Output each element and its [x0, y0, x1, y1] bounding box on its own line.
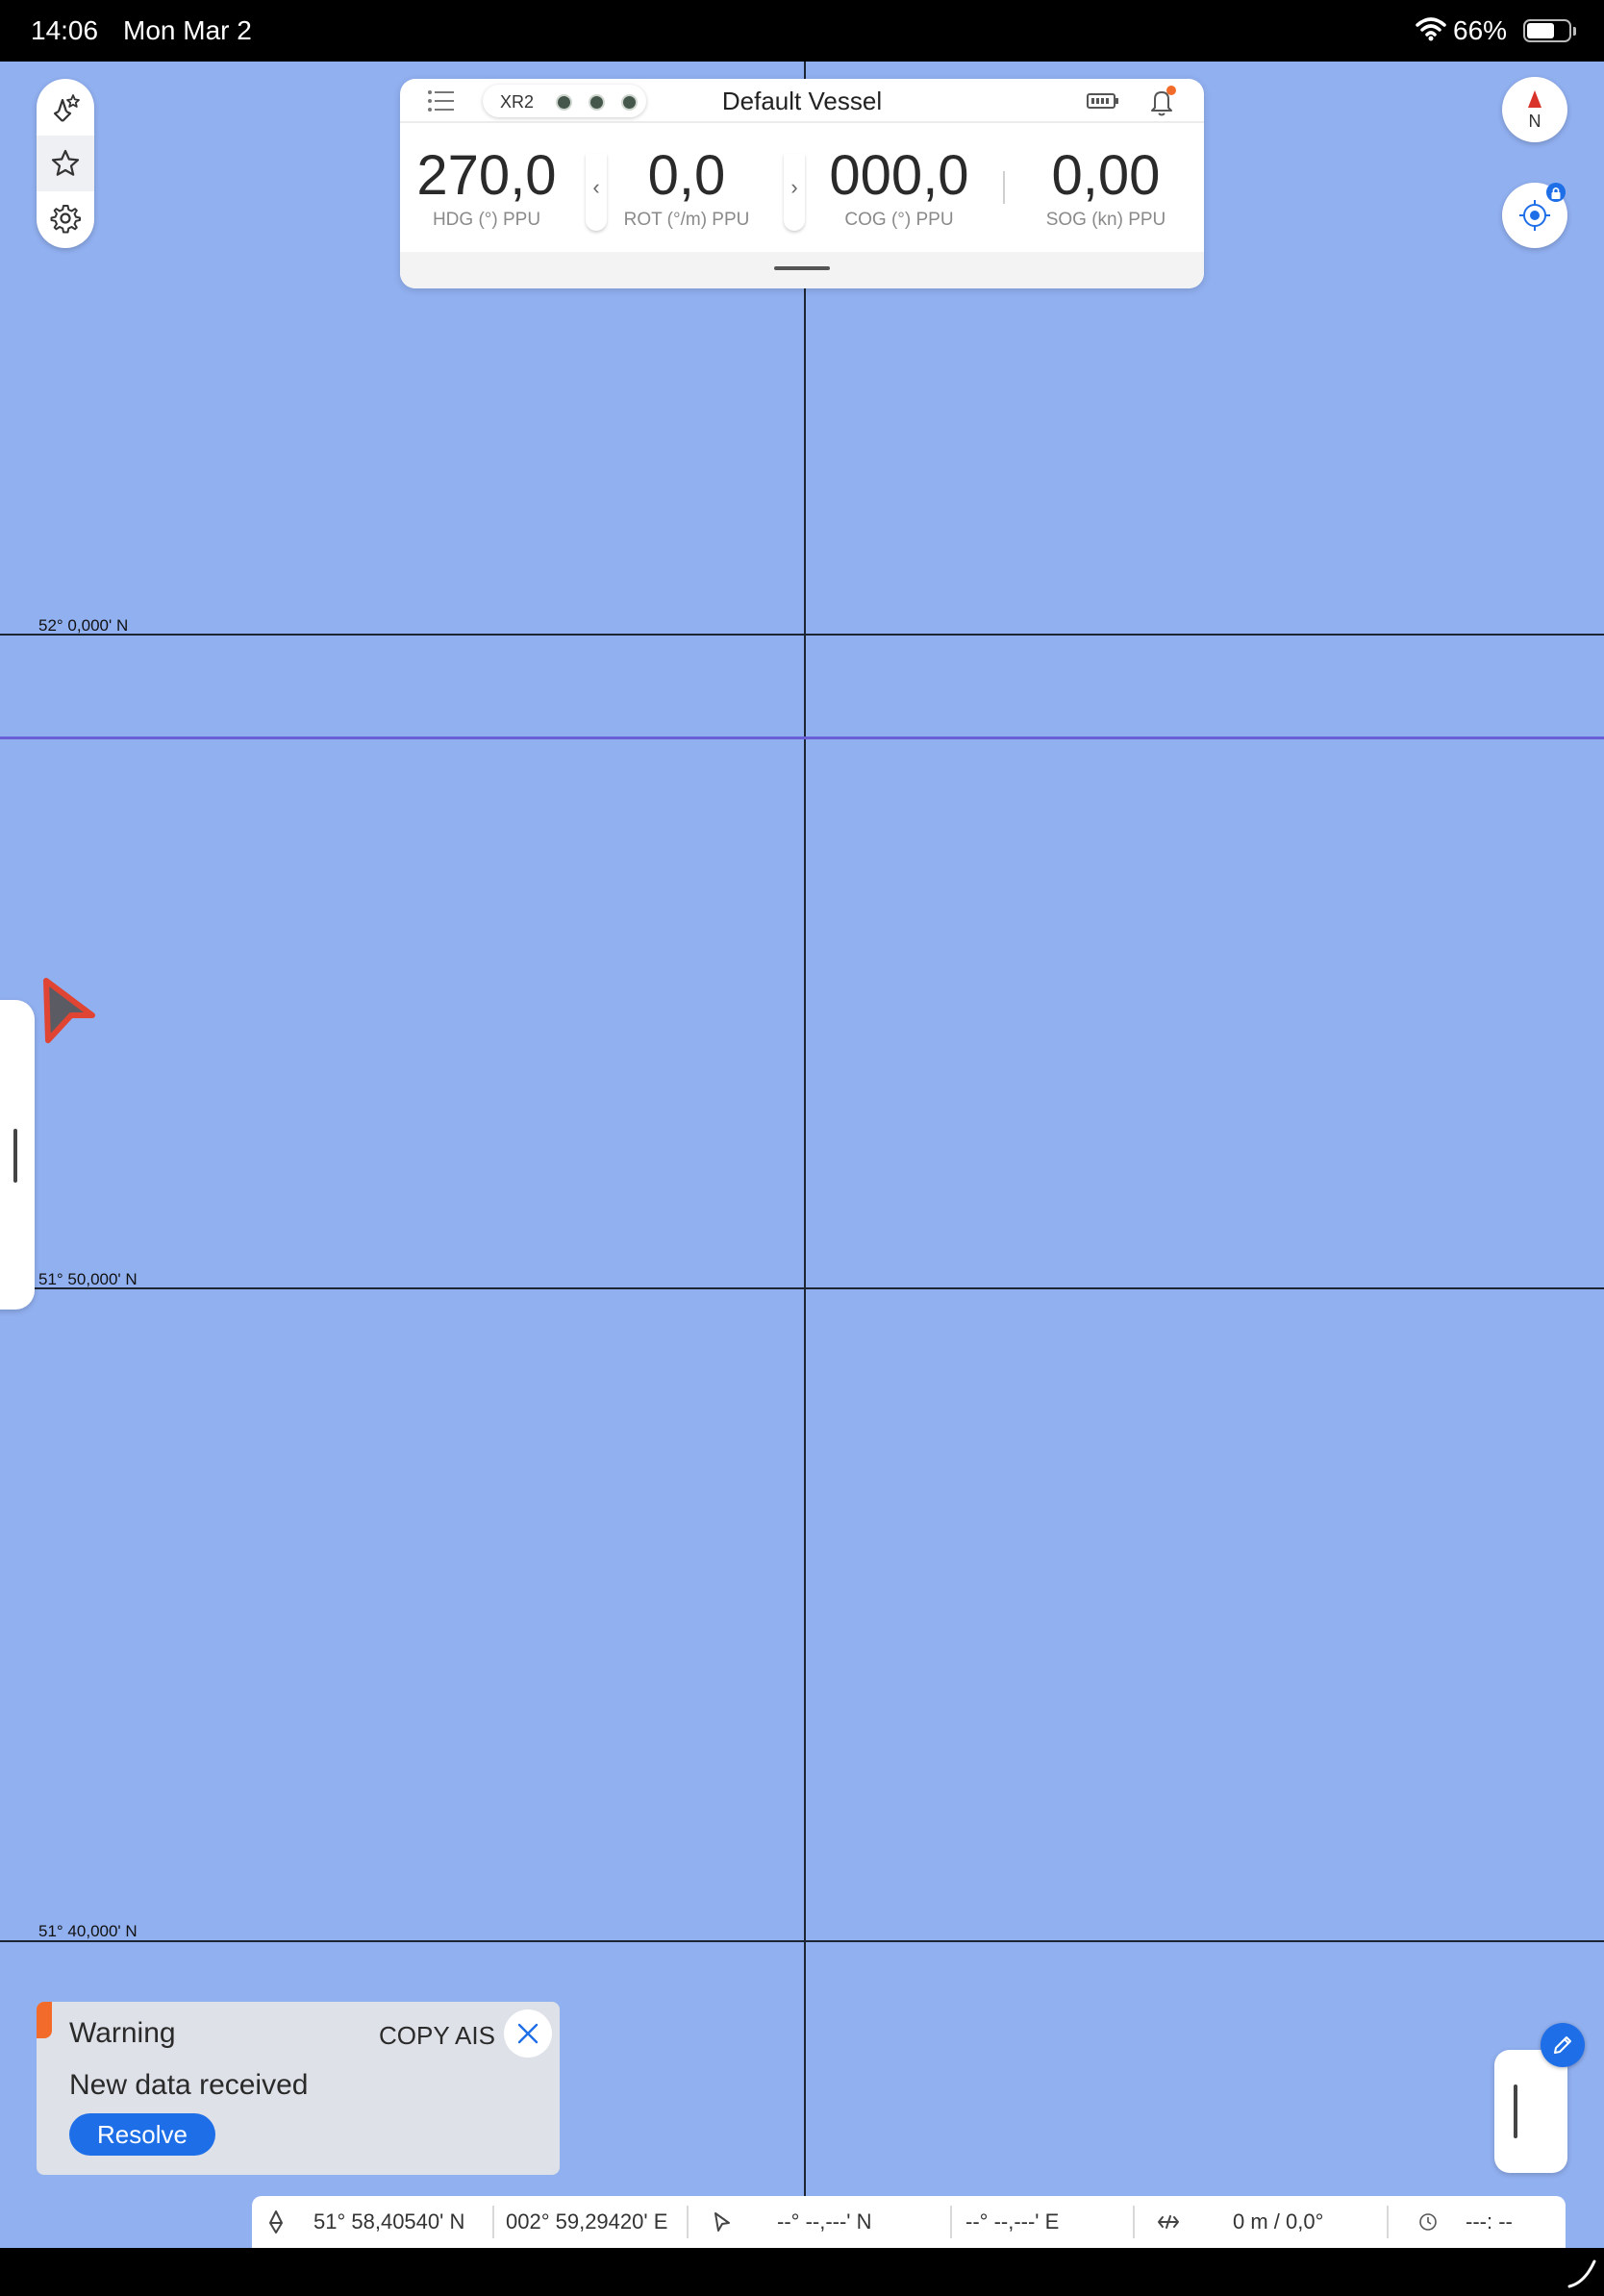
heading-label: HDG (°) PPU	[432, 210, 541, 230]
warning-accent	[37, 2002, 52, 2038]
coordbar-divider	[1387, 2206, 1389, 2238]
status-time: 14:06	[31, 15, 99, 45]
heading-value: 270,0	[416, 144, 557, 207]
vessel-favorite-button[interactable]	[37, 81, 94, 137]
coordbar-divider	[492, 2206, 494, 2238]
right-drawer-handle[interactable]	[1494, 2050, 1567, 2173]
speed-over-ground-label: SOG (kn) PPU	[1045, 210, 1166, 230]
battery-percent: 66%	[1453, 15, 1508, 45]
time-to-go-value: ---: --	[1466, 2209, 1513, 2234]
vessel-name[interactable]: Default Vessel	[400, 87, 1204, 116]
warning-notification: Warning COPY AIS New data received Resol…	[37, 2002, 560, 2175]
pencil-tool-icon[interactable]	[1566, 2258, 1596, 2288]
drawer-grip	[13, 1129, 17, 1183]
longitude-grid-line	[804, 62, 806, 2198]
course-over-ground-metric[interactable]: 000,0 COG (°) PPU	[820, 146, 978, 231]
coordbar-divider	[687, 2206, 689, 2238]
card-expand-handle[interactable]	[774, 266, 830, 270]
locate-lock-icon	[1519, 183, 1566, 231]
range-bearing-icon	[1158, 2215, 1179, 2229]
clock-icon	[1419, 2213, 1437, 2231]
coordbar-divider	[1133, 2206, 1135, 2238]
latitude-label: 51° 50,000' N	[38, 1270, 138, 1288]
cursor-icon	[714, 2212, 730, 2232]
drawer-grip	[1514, 2084, 1517, 2138]
tool-palette	[37, 79, 94, 248]
coordbar-divider	[950, 2206, 952, 2238]
speed-over-ground-metric[interactable]: 0,00 SOG (kn) PPU	[1031, 146, 1181, 231]
vessel-icon	[269, 2210, 283, 2234]
vessel-card-header: XR2 Default Vessel	[400, 79, 1204, 123]
heading-metric[interactable]: 270,0 HDG (°) PPU	[410, 146, 564, 231]
course-over-ground-value: 000,0	[829, 144, 969, 207]
latitude-label: 51° 40,000' N	[38, 1922, 138, 1940]
vessel-card-footer[interactable]	[400, 252, 1204, 288]
course-over-ground-label: COG (°) PPU	[844, 210, 954, 230]
warning-source: COPY AIS	[379, 2021, 495, 2050]
vessel-data-card: XR2 Default Vessel 270,0 HDG (°) PPU ‹ 0…	[400, 79, 1204, 288]
edit-button[interactable]	[1541, 2023, 1585, 2067]
latitude-grid-line	[0, 634, 1604, 636]
compass-north-icon: N	[1528, 90, 1541, 131]
warning-message: New data received	[69, 2069, 309, 2101]
warning-title: Warning	[69, 2017, 176, 2049]
rate-of-turn-value: 0,0	[647, 144, 726, 207]
route-line	[0, 736, 1604, 739]
close-icon	[517, 2023, 539, 2044]
rate-of-turn-metric[interactable]: 0,0 ROT (°/m) PPU	[615, 146, 758, 231]
metrics-next-button[interactable]: ›	[784, 154, 805, 231]
center-vessel-button[interactable]	[1502, 183, 1567, 248]
cursor-latitude: --° --,---' N	[777, 2209, 872, 2234]
nautical-chart-map[interactable]: 52° 0,000' N 51° 50,000' N 51° 40,000' N	[0, 62, 1604, 2248]
coordinate-bar: 51° 58,40540' N 002° 59,29420' E --° --,…	[252, 2196, 1566, 2248]
vessel-star-icon	[53, 94, 80, 122]
battery-status-icon	[1087, 93, 1118, 109]
latitude-grid-line	[0, 1287, 1604, 1289]
dismiss-warning-button[interactable]	[504, 2009, 552, 2058]
favorites-button[interactable]	[37, 136, 94, 191]
metric-divider	[1003, 171, 1005, 204]
settings-button[interactable]	[37, 190, 94, 246]
vessel-longitude: 002° 59,29420' E	[506, 2209, 668, 2234]
star-icon	[51, 149, 80, 176]
latitude-grid-line	[0, 1940, 1604, 1942]
wifi-icon	[1416, 17, 1446, 41]
rate-of-turn-label: ROT (°/m) PPU	[623, 210, 750, 230]
vessel-latitude: 51° 58,40540' N	[313, 2209, 465, 2234]
resolve-button[interactable]: Resolve	[69, 2113, 215, 2156]
north-up-button[interactable]: N	[1502, 77, 1567, 142]
cursor-longitude: --° --,---' E	[965, 2209, 1060, 2234]
home-indicator-area	[0, 2248, 1604, 2296]
pencil-icon	[1554, 2036, 1571, 2054]
status-date: Mon Mar 2	[123, 15, 252, 45]
battery-icon	[1523, 19, 1576, 42]
speed-over-ground-value: 0,00	[1051, 144, 1161, 207]
vessel-position-marker[interactable]	[38, 973, 98, 1046]
gear-icon	[50, 205, 81, 234]
status-bar: 14:06 Mon Mar 2 66%	[0, 0, 1604, 62]
range-bearing-value: 0 m / 0,0°	[1233, 2209, 1324, 2234]
latitude-label: 52° 0,000' N	[38, 616, 129, 635]
metrics-prev-button[interactable]: ‹	[586, 154, 607, 231]
bell-icon[interactable]	[1146, 85, 1179, 117]
left-drawer-handle[interactable]	[0, 1000, 35, 1310]
compass-label: N	[1529, 112, 1541, 131]
